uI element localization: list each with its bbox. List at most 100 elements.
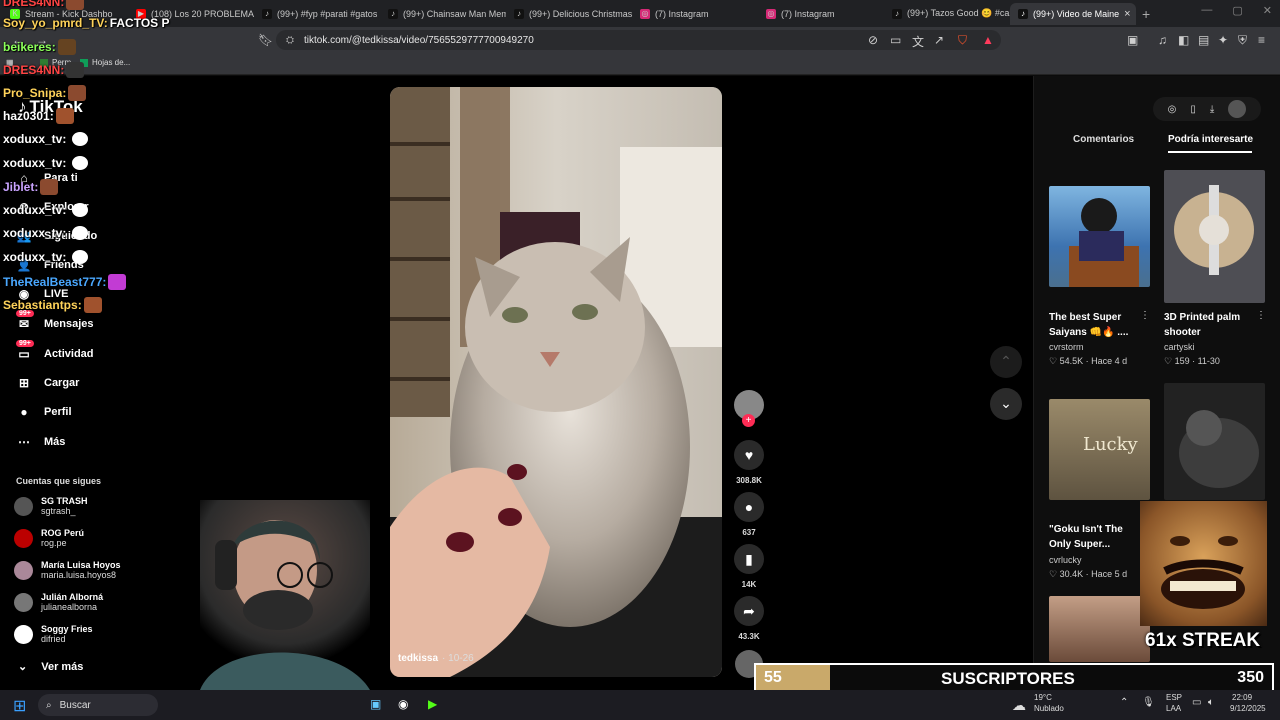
brave-shield-icon[interactable]: ⛉: [958, 33, 967, 48]
save-icon[interactable]: ▮: [734, 544, 764, 574]
chat-username: xoduxx_tv:: [3, 226, 67, 240]
chat-bubble-emote-icon: [72, 132, 89, 146]
clock-time[interactable]: 22:09: [1232, 693, 1252, 702]
sidebar-item-perfil[interactable]: ● Perfil: [16, 404, 71, 420]
comment-action[interactable]: ● 637: [733, 492, 765, 537]
sidebar-item-mensajes[interactable]: ✉ 99+ Mensajes: [16, 310, 94, 332]
compass-icon[interactable]: ◎: [1168, 104, 1177, 115]
chat-bubble-emote-icon: [72, 203, 89, 217]
vpn-icon[interactable]: ⛨: [1238, 33, 1247, 48]
streamer-silhouette: [200, 520, 370, 690]
followed-account[interactable]: Julián Alborná julianealborna: [14, 592, 103, 612]
sidebar-toggle-icon[interactable]: ▣: [1127, 33, 1138, 47]
windows-start-icon[interactable]: ⊞: [13, 696, 26, 716]
prev-video-button[interactable]: ⌃: [990, 346, 1022, 378]
follow-plus-icon[interactable]: +: [742, 414, 755, 427]
translate-icon[interactable]: 文: [912, 33, 924, 50]
card-thumbnail[interactable]: [1164, 383, 1265, 500]
lang-layout[interactable]: LAA: [1166, 704, 1181, 713]
followed-account[interactable]: Soggy Fries difried: [14, 624, 93, 644]
close-tab-icon[interactable]: ×: [1124, 8, 1130, 20]
browser-tab[interactable]: ♪ (99+) Delicious Christmas: [506, 3, 632, 25]
nav-label: Mensajes: [44, 318, 94, 330]
like-icon[interactable]: ♥: [734, 440, 764, 470]
followed-account[interactable]: ROG Perú rog.pe: [14, 528, 84, 548]
chat-emote-icon: [66, 0, 85, 10]
share-action[interactable]: ➦ 43.3K: [733, 596, 765, 641]
video-author[interactable]: tedkissa · 10-26: [398, 653, 474, 664]
card-author[interactable]: cvrlucky: [1049, 555, 1082, 565]
minimize-icon[interactable]: —: [1201, 4, 1212, 17]
card-title[interactable]: 3D Printed palm shooter: [1164, 310, 1259, 340]
menu-icon[interactable]: ≡: [1258, 33, 1265, 47]
clock-date[interactable]: 9/12/2025: [1230, 704, 1266, 713]
browser-tab[interactable]: ◎ (7) Instagram: [758, 3, 884, 25]
more-options-icon[interactable]: ⋮: [1140, 310, 1150, 321]
sidebar-item-cargar[interactable]: ⊞ Cargar: [16, 375, 80, 391]
card-thumbnail[interactable]: [1164, 170, 1265, 303]
card-author[interactable]: cvrstorm: [1049, 342, 1084, 352]
cloud-icon: ☁: [1012, 697, 1026, 713]
screen-icon[interactable]: ▭: [890, 33, 901, 47]
like-action[interactable]: ♥ 308.8K: [733, 440, 765, 485]
save-action[interactable]: ▮ 14K: [733, 544, 765, 589]
profile-icon[interactable]: [1228, 100, 1247, 118]
bookmark-2[interactable]: Hojas de...: [80, 58, 130, 67]
brave-rewards-icon[interactable]: ▲: [982, 33, 994, 47]
browser-tab[interactable]: ◎ (7) Instagram: [632, 3, 758, 25]
share-url-icon[interactable]: ↗: [934, 33, 944, 47]
sidebar-item-ms[interactable]: ⋯ Más: [16, 434, 65, 450]
taskbar-kick-icon[interactable]: ▶: [428, 697, 437, 711]
lang-indicator[interactable]: ESP: [1166, 693, 1182, 702]
account-handle: sgtrash_: [41, 506, 76, 516]
card-title[interactable]: "Goku Isn't The Only Super...: [1049, 522, 1144, 552]
tab-label: (99+) Delicious Christmas: [529, 8, 632, 19]
close-window-icon[interactable]: ✕: [1263, 4, 1272, 17]
sub-goal-label: SUSCRIPTORES: [941, 669, 1075, 688]
chat-message: haz0301:: [3, 108, 74, 124]
url-text[interactable]: tiktok.com/@tedkissa/video/7565529777700…: [304, 35, 534, 46]
leo-ai-icon[interactable]: ✦: [1218, 33, 1228, 47]
tab-suggestions[interactable]: Podría interesarte: [1168, 134, 1253, 145]
taskbar-obs-icon[interactable]: ◉: [398, 697, 408, 711]
site-info-icon[interactable]: ⛭: [286, 35, 294, 46]
music-icon[interactable]: ♫: [1158, 33, 1167, 47]
tray-chevron-icon[interactable]: ⌃: [1120, 697, 1128, 708]
browser-tab[interactable]: ♪ (99+) Chainsaw Man Mem: [380, 3, 506, 25]
browser-tab[interactable]: ♪ (99+) Tazos Good 😊 #cab: [884, 3, 1010, 25]
chat-message: beikeres:: [3, 39, 76, 55]
browser-tab[interactable]: ♪ (99+) Video de Maine ×: [1010, 2, 1136, 25]
mic-icon[interactable]: 🎙︎: [1142, 697, 1155, 708]
phone-icon[interactable]: ▯: [1190, 104, 1196, 115]
download-icon[interactable]: ⤓: [1210, 104, 1214, 115]
eye-off-icon[interactable]: ⊘: [868, 33, 878, 47]
card-title[interactable]: The best Super Saiyans 👊🔥 ....: [1049, 310, 1144, 340]
new-tab-button[interactable]: +: [1142, 6, 1150, 22]
comment-icon[interactable]: ●: [734, 492, 764, 522]
wallet-icon[interactable]: ▤: [1198, 33, 1209, 47]
next-video-button[interactable]: ⌄: [990, 388, 1022, 420]
followed-account[interactable]: María Luisa Hoyos maria.luisa.hoyos8: [14, 560, 121, 580]
bookmark-page-icon[interactable]: 🔖︎: [258, 33, 273, 47]
video-player[interactable]: tedkissa · 10-26: [390, 87, 722, 677]
network-icon[interactable]: ▭: [1192, 697, 1201, 708]
taskbar-app-icon[interactable]: ▣: [370, 697, 381, 711]
tab-comments[interactable]: Comentarios: [1073, 134, 1134, 145]
maximize-icon[interactable]: ▢: [1232, 4, 1242, 17]
see-more-button[interactable]: ⌄ Ver más: [18, 660, 83, 674]
share-icon[interactable]: ➦: [734, 596, 764, 626]
meme-face-overlay: [1140, 501, 1267, 626]
volume-icon[interactable]: 🔈︎: [1208, 697, 1214, 708]
card-thumbnail[interactable]: Lucky: [1049, 399, 1150, 500]
reading-icon[interactable]: ◧: [1178, 33, 1189, 47]
card-thumbnail[interactable]: [1049, 186, 1150, 287]
card-thumbnail[interactable]: [1049, 596, 1150, 662]
browser-tab[interactable]: ♪ (99+) #fyp #parati #gatos: [254, 3, 380, 25]
taskbar-search[interactable]: ⌕ Buscar: [38, 694, 158, 716]
sidebar-item-actividad[interactable]: ▭ 99+ Actividad: [16, 340, 94, 362]
followed-account[interactable]: SG TRASH sgtrash_: [14, 496, 88, 516]
nav-icon: ✉ 99+: [16, 310, 34, 332]
card-author[interactable]: cartyski: [1164, 342, 1195, 352]
more-options-icon[interactable]: ⋮: [1256, 310, 1266, 321]
chat-username: Jiblet:: [3, 180, 39, 194]
